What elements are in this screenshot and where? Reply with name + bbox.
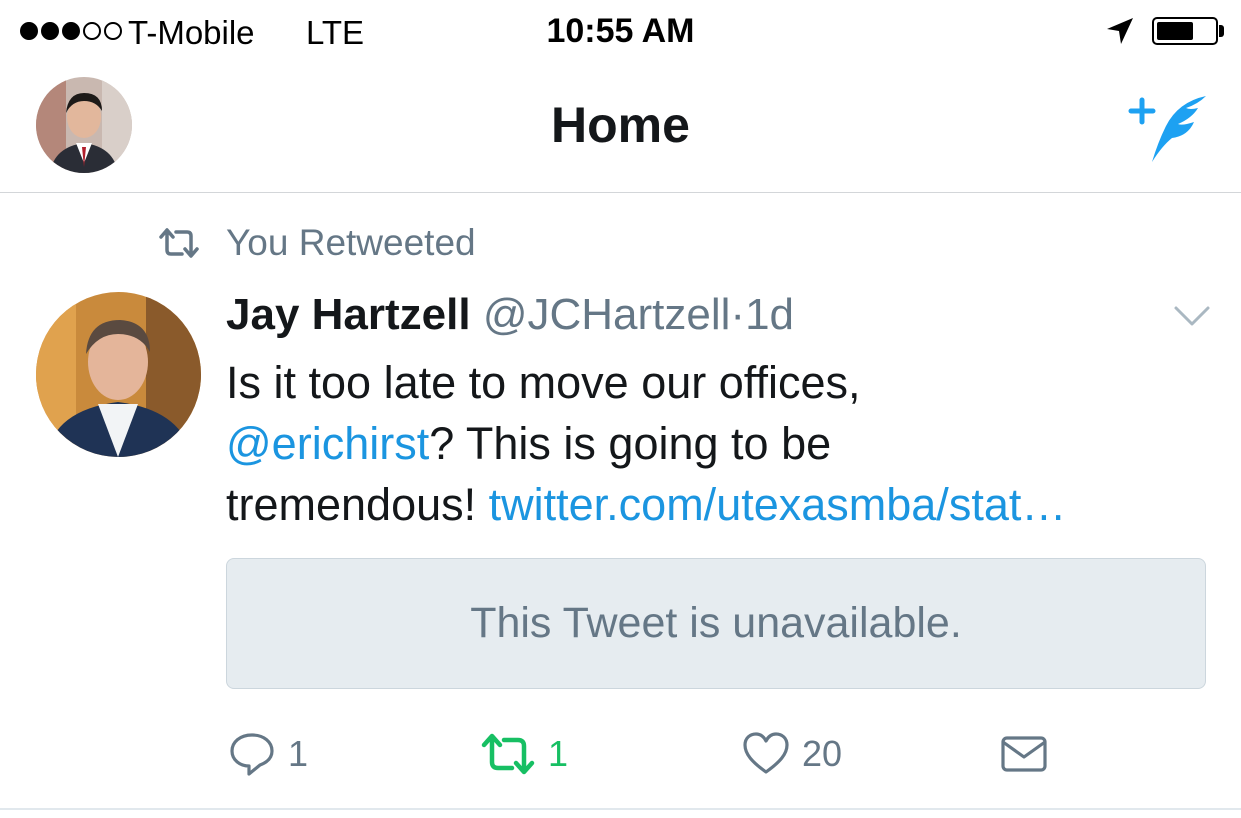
unavailable-message: This Tweet is unavailable. (470, 599, 962, 647)
retweet-icon (159, 228, 199, 258)
tweet-timestamp[interactable]: 1d (745, 290, 794, 339)
author-avatar[interactable] (36, 292, 201, 457)
retweet-context: You Retweeted (158, 222, 476, 264)
retweet-icon (481, 733, 535, 775)
retweet-context-label: You Retweeted (226, 222, 476, 263)
author-name[interactable]: Jay Hartzell (226, 290, 471, 339)
tweet-text-fragment: tremendous! (226, 479, 489, 530)
header-separator: · (730, 290, 746, 339)
battery-icon (1152, 17, 1218, 45)
quoted-tweet-card[interactable]: This Tweet is unavailable. (226, 558, 1206, 689)
url-link[interactable]: twitter.com/utexasmba/stat… (489, 479, 1067, 530)
heart-icon (743, 732, 789, 774)
like-button[interactable]: 20 (742, 722, 842, 786)
status-bar: T-Mobile LTE 10:55 AM (0, 0, 1241, 64)
tweet-header: Jay Hartzell @JCHartzell·1d (226, 290, 794, 340)
page-title: Home (551, 97, 690, 153)
tweet-text-line: tremendous! twitter.com/utexasmba/stat… (226, 474, 1216, 535)
tweet-actions: 1 1 20 (0, 722, 1241, 786)
reply-count: 1 (288, 733, 309, 774)
reply-icon (230, 733, 274, 776)
compose-tweet-icon[interactable] (1128, 92, 1210, 164)
mention-link[interactable]: @erichirst (226, 418, 429, 469)
battery-tip (1219, 25, 1224, 37)
status-time: 10:55 AM (546, 12, 695, 50)
tweet-text: Is it too late to move our offices, @eri… (226, 352, 1216, 535)
chevron-down-icon[interactable] (1172, 298, 1212, 332)
tweet-text-line: @erichirst? This is going to be (226, 413, 1216, 474)
tweet-text-line: Is it too late to move our offices, (226, 357, 861, 408)
like-count: 20 (802, 733, 843, 774)
location-arrow-icon (1107, 18, 1133, 44)
tweet-text-fragment: ? This is going to be (429, 418, 832, 469)
retweet-count: 1 (548, 733, 569, 774)
tweet-divider (0, 808, 1241, 810)
envelope-icon (1001, 736, 1047, 772)
nav-bar: Home (0, 64, 1241, 193)
direct-message-button[interactable] (1000, 722, 1048, 786)
author-handle[interactable]: @JCHartzell (483, 290, 731, 339)
retweet-button[interactable]: 1 (480, 722, 568, 786)
reply-button[interactable]: 1 (228, 722, 308, 786)
